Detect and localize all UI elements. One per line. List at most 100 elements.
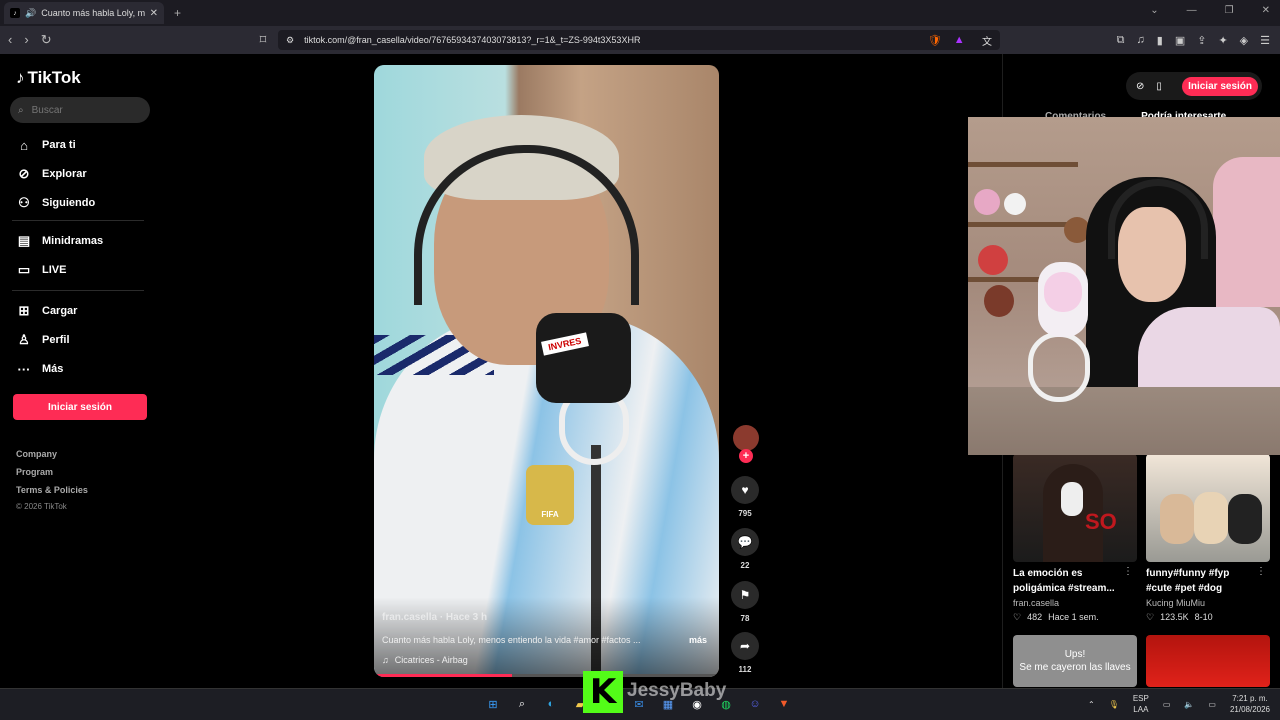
related-video-card[interactable]: funny#funny #fyp #cute #pet #dog ⋮ Kucin… bbox=[1146, 454, 1270, 623]
comment-action[interactable]: 💬 22 bbox=[731, 528, 759, 570]
like-action[interactable]: ♥ 795 bbox=[731, 476, 759, 518]
forward-icon[interactable]: › bbox=[24, 32, 28, 48]
minidramas-icon: ▤ bbox=[17, 233, 31, 248]
card-title: funny#funny #fyp #cute #pet #dog bbox=[1146, 568, 1230, 594]
video-thumbnail[interactable]: SO bbox=[1013, 454, 1137, 562]
video-player[interactable]: FIFA INVRES fran.casella · Hace 3 h Cuan… bbox=[374, 65, 719, 677]
extensions-bar: 🛡 ▲ ⧉ ♫ ▮ ▣ ⇪ ✦ ◈ ☰ bbox=[928, 34, 1270, 47]
card-author[interactable]: fran.casella bbox=[1013, 598, 1137, 608]
discord-icon[interactable]: ☺ bbox=[746, 695, 764, 713]
mic-arm bbox=[1028, 332, 1090, 402]
edge-icon[interactable]: ◐ bbox=[542, 695, 560, 713]
sidebar-item-live[interactable]: ▭ LIVE bbox=[16, 262, 67, 278]
plush-toy bbox=[978, 245, 1008, 275]
minimize-icon[interactable]: — bbox=[1187, 5, 1197, 16]
clock[interactable]: 7:21 p. m. 21/08/2026 bbox=[1230, 693, 1270, 715]
login-button[interactable]: Iniciar sesión bbox=[13, 394, 147, 420]
reload-icon[interactable]: ↻ bbox=[41, 32, 52, 48]
sidebar-item-para-ti[interactable]: ⌂ Para ti bbox=[16, 137, 76, 153]
bookmark-save-icon[interactable]: ⚑ bbox=[731, 581, 759, 609]
sidebar-item-explorar[interactable]: ⊘ Explorar bbox=[16, 166, 87, 182]
music-note-icon: ♫ bbox=[382, 655, 389, 665]
volume-icon[interactable]: 🔈 bbox=[1184, 700, 1194, 709]
profile-icon: ♙ bbox=[18, 332, 30, 347]
compass-small-icon[interactable]: ⊘ bbox=[1136, 81, 1144, 92]
brave-shield-icon[interactable]: 🛡 bbox=[928, 34, 942, 47]
tiktok-favicon-icon: ♪ bbox=[10, 8, 20, 18]
heart-outline-icon: ♡ bbox=[1146, 612, 1155, 622]
heart-icon[interactable]: ♥ bbox=[731, 476, 759, 504]
video-music[interactable]: ♫ Cicatrices - Airbag bbox=[382, 655, 468, 665]
related-video-thumbnail[interactable]: Ups! Se me cayeron las llaves bbox=[1013, 635, 1137, 687]
footer-link-company[interactable]: Company bbox=[16, 449, 57, 459]
creator-avatar[interactable] bbox=[733, 425, 759, 451]
tiktok-logo[interactable]: ♪ TikTok bbox=[16, 68, 81, 88]
related-video-thumbnail[interactable] bbox=[1146, 635, 1270, 687]
maximize-icon[interactable]: ❐ bbox=[1225, 5, 1234, 16]
search-input[interactable] bbox=[31, 104, 132, 116]
window-controls: ⌄ — ❐ ✕ bbox=[1150, 5, 1270, 16]
browser-tab[interactable]: ♪ 🔊 Cuanto más habla Loly, menos entiend… bbox=[4, 2, 164, 24]
vpn-icon[interactable]: ◈ bbox=[1240, 34, 1248, 47]
audio-icon[interactable]: 🔊 bbox=[25, 8, 36, 19]
search-box[interactable]: ⌕ bbox=[10, 97, 150, 123]
share-action[interactable]: ➦ 112 bbox=[731, 632, 759, 674]
site-info-icon[interactable]: ⚙ bbox=[286, 35, 294, 46]
pink-chair bbox=[1213, 157, 1280, 307]
related-video-card[interactable]: SO La emoción es poligámica #stream... ⋮… bbox=[1013, 454, 1137, 623]
share-count: 112 bbox=[738, 665, 752, 674]
tray-chevron-icon[interactable]: ⌃ bbox=[1088, 700, 1095, 709]
extensions-icon[interactable]: ⧉ bbox=[1117, 34, 1125, 47]
live-icon: ▭ bbox=[17, 262, 31, 277]
footer-link-terms[interactable]: Terms & Policies bbox=[16, 485, 88, 495]
close-window-icon[interactable]: ✕ bbox=[1262, 5, 1270, 16]
music-icon[interactable]: ♫ bbox=[1137, 34, 1145, 47]
comment-icon[interactable]: 💬 bbox=[731, 528, 759, 556]
video-author[interactable]: fran.casella · Hace 3 h bbox=[382, 612, 487, 623]
leo-icon[interactable]: ✦ bbox=[1218, 34, 1227, 47]
battery-icon[interactable]: ▭ bbox=[1208, 700, 1216, 709]
tab-title: Cuanto más habla Loly, menos entiendo la… bbox=[41, 8, 145, 18]
windows-start-icon[interactable]: ⊞ bbox=[484, 695, 502, 713]
card-date: 8-10 bbox=[1194, 612, 1213, 622]
menu-icon[interactable]: ☰ bbox=[1260, 34, 1270, 47]
close-tab-icon[interactable]: ✕ bbox=[150, 8, 158, 19]
card-options-icon[interactable]: ⋮ bbox=[1256, 566, 1266, 577]
brave-rewards-icon[interactable]: ▲ bbox=[954, 34, 965, 47]
card-author[interactable]: Kucing MiuMiu bbox=[1146, 598, 1270, 608]
footer-link-program[interactable]: Program bbox=[16, 467, 53, 477]
brave-icon[interactable]: ▼ bbox=[775, 695, 793, 713]
language-indicator[interactable]: ESP LAA bbox=[1133, 693, 1149, 715]
back-icon[interactable]: ‹ bbox=[8, 32, 12, 48]
share-icon[interactable]: ⇪ bbox=[1197, 34, 1206, 47]
wallet-icon[interactable]: ▣ bbox=[1175, 34, 1185, 47]
card-options-icon[interactable]: ⋮ bbox=[1123, 566, 1133, 577]
phone-icon[interactable]: ▯ bbox=[1156, 81, 1162, 92]
video-thumbnail[interactable] bbox=[1146, 454, 1270, 562]
url-field[interactable]: ⚙ tiktok.com/@fran_casella/video/7676593… bbox=[278, 30, 1000, 50]
save-action[interactable]: ⚑ 78 bbox=[731, 581, 759, 623]
more-icon: ··· bbox=[17, 361, 31, 377]
streamer-name: JessyBaby bbox=[627, 680, 727, 701]
sidebar-item-perfil[interactable]: ♙ Perfil bbox=[16, 332, 69, 348]
sidebar-item-mas[interactable]: ··· Más bbox=[16, 361, 64, 377]
network-icon[interactable]: ▭ bbox=[1163, 700, 1171, 709]
sidebar-item-siguiendo[interactable]: ⚇ Siguiendo bbox=[16, 195, 95, 211]
video-more-link[interactable]: más bbox=[689, 635, 707, 645]
taskbar-search-icon[interactable]: ⌕ bbox=[513, 695, 531, 713]
sidebar-icon[interactable]: ▮ bbox=[1157, 34, 1163, 47]
header-login-button[interactable]: Iniciar sesión bbox=[1182, 76, 1258, 96]
bookmark-icon[interactable]: ⌑ bbox=[260, 32, 267, 48]
follow-plus-icon[interactable]: + bbox=[739, 449, 753, 463]
url-text: tiktok.com/@fran_casella/video/767659343… bbox=[304, 35, 641, 45]
microphone-tray-icon[interactable]: 🎙 bbox=[1109, 700, 1119, 709]
tab-list-icon[interactable]: ⌄ bbox=[1150, 5, 1158, 16]
new-tab-button[interactable]: + bbox=[174, 6, 181, 20]
system-tray: ⌃ 🎙 ESP LAA ▭ 🔈 ▭ 7:21 p. m. 21/08/2026 bbox=[1088, 693, 1270, 715]
share-arrow-icon[interactable]: ➦ bbox=[731, 632, 759, 660]
video-progress-bar[interactable] bbox=[374, 674, 719, 677]
browser-tab-bar: ♪ 🔊 Cuanto más habla Loly, menos entiend… bbox=[0, 0, 1280, 26]
sidebar-item-cargar[interactable]: ⊞ Cargar bbox=[16, 303, 78, 319]
sidebar-item-minidramas[interactable]: ▤ Minidramas bbox=[16, 233, 103, 249]
card-date: Hace 1 sem. bbox=[1048, 612, 1099, 622]
